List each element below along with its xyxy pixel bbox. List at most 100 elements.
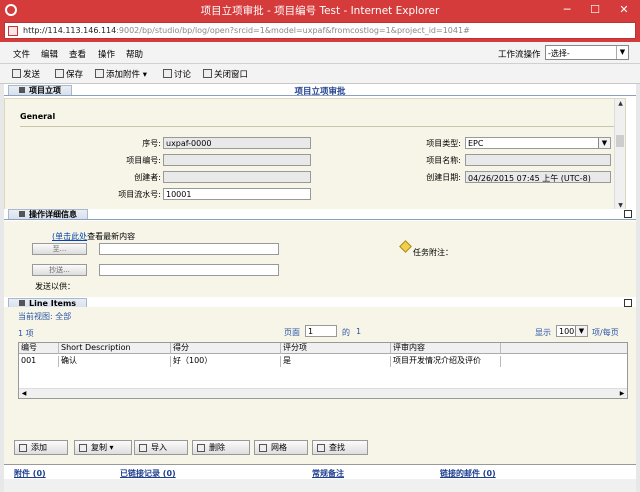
menu-bar: 文件 编辑 查看 操作 帮助 工作流操作 -选择- ▼ xyxy=(0,42,640,64)
ops-section-header: 操作详细信息 xyxy=(4,209,636,220)
creator-label: 创建者: xyxy=(134,173,161,182)
general-scrollbar[interactable]: ▲ ▼ xyxy=(614,99,625,211)
col-header[interactable]: Short Description xyxy=(59,343,171,354)
grid-button[interactable]: 网格 xyxy=(254,440,308,455)
menu-file[interactable]: 文件 xyxy=(13,48,30,60)
add-button[interactable]: 添加 xyxy=(14,440,68,455)
scroll-up-icon[interactable]: ▲ xyxy=(615,99,626,109)
col-header[interactable]: 得分 xyxy=(171,343,281,354)
to-input[interactable] xyxy=(99,243,279,255)
type-select[interactable]: EPC ▼ xyxy=(465,137,611,149)
item-count: 1 项 xyxy=(18,329,34,338)
close-window-button[interactable]: 关闭窗口 xyxy=(203,68,248,80)
type-label: 项目类型: xyxy=(426,139,461,148)
ops-tab-label: 操作详细信息 xyxy=(29,210,77,219)
save-label: 保存 xyxy=(66,70,84,80)
linked-mail-link[interactable]: 链接的邮件 (0) xyxy=(440,468,496,479)
date-label: 创建日期: xyxy=(426,173,461,182)
page-size-select[interactable]: 100 ▼ xyxy=(556,325,588,337)
close-icon[interactable]: ✕ xyxy=(609,0,639,20)
general-panel: General 序号: uxpaf-0000 项目编号: 创建者: 项目流水号:… xyxy=(4,98,626,211)
date-field[interactable]: 04/26/2015 07:45 上午 (UTC-8) xyxy=(465,171,611,183)
col-header[interactable]: 编号 xyxy=(19,343,59,354)
discuss-button[interactable]: 讨论 xyxy=(163,68,191,80)
copy-button[interactable]: 复制 ▾ xyxy=(74,440,132,455)
scroll-left-icon[interactable]: ◀ xyxy=(19,389,29,398)
scroll-right-icon[interactable]: ▶ xyxy=(617,389,627,398)
save-button[interactable]: 保存 xyxy=(55,68,83,80)
refresh-link[interactable]: (单击此处 xyxy=(52,232,87,241)
ops-panel: (单击此处查看最新内容 至... 抄送... 发送以供： 任务附注： xyxy=(4,221,636,297)
table-hscrollbar[interactable]: ◀ ▶ xyxy=(19,388,627,398)
add-attachment-button[interactable]: 添加附件 ▾ xyxy=(95,68,147,80)
delete-label: 删除 xyxy=(209,443,225,452)
form-content: 项目立项 项目立项审批 General 序号: uxpaf-0000 项目编号:… xyxy=(4,84,636,492)
current-view[interactable]: 当前视图: 全部 xyxy=(18,311,71,322)
page-size-value: 100 xyxy=(559,327,575,336)
lineitems-table: 编号 Short Description 得分 评分项 评审内容 001 确认 … xyxy=(18,342,628,399)
table-cell: 001 xyxy=(19,356,59,367)
type-select-value: EPC xyxy=(468,139,484,148)
import-button[interactable]: 导入 xyxy=(134,440,188,455)
table-row[interactable]: 001 确认 好（100） 是 项目开发情况介绍及评价 xyxy=(19,356,627,368)
find-button[interactable]: 查找 xyxy=(312,440,368,455)
chevron-down-icon: ▼ xyxy=(575,326,587,336)
window-title: 项目立项审批 - 项目编号 Test - Internet Explorer xyxy=(200,5,440,17)
menu-edit[interactable]: 编辑 xyxy=(41,48,58,60)
cc-input[interactable] xyxy=(99,264,279,276)
projno-label: 项目编号: xyxy=(126,156,161,165)
table-cell: 项目开发情况介绍及评价 xyxy=(391,356,501,367)
creator-field[interactable] xyxy=(163,171,311,183)
to-button[interactable]: 至... xyxy=(32,243,87,255)
copy-label: 复制 xyxy=(91,443,107,452)
task-note-label: 任务附注： xyxy=(413,248,453,257)
search-icon xyxy=(317,444,325,452)
menu-view[interactable]: 查看 xyxy=(69,48,86,60)
delete-button[interactable]: 删除 xyxy=(192,440,250,455)
import-label: 导入 xyxy=(151,443,167,452)
show-label: 显示 xyxy=(535,328,551,337)
chevron-down-icon: ▼ xyxy=(616,46,628,59)
send-button[interactable]: 发送 xyxy=(12,68,40,80)
find-label: 查找 xyxy=(329,443,345,452)
maximize-icon[interactable]: ☐ xyxy=(580,0,610,20)
task-note-icon xyxy=(399,240,412,253)
linked-records-link[interactable]: 已链接记录 (0) xyxy=(120,468,176,479)
page-input[interactable]: 1 xyxy=(305,325,337,337)
workflow-label: 工作流操作 xyxy=(498,50,541,60)
attachment-icon xyxy=(95,69,104,78)
scroll-thumb[interactable] xyxy=(616,135,624,147)
project-section-header: 项目立项 项目立项审批 xyxy=(4,85,636,97)
cc-button[interactable]: 抄送... xyxy=(32,264,87,276)
workflow-select-value: -选择- xyxy=(548,49,570,58)
refresh-link-tail: 查看最新内容 xyxy=(87,232,136,241)
flow-field[interactable]: 10001 xyxy=(163,188,311,200)
menu-help[interactable]: 帮助 xyxy=(126,48,143,60)
minimize-icon[interactable]: ─ xyxy=(552,0,582,20)
projno-field[interactable] xyxy=(163,154,311,166)
close-window-label: 关闭窗口 xyxy=(214,70,249,80)
chevron-down-icon: ▼ xyxy=(598,138,610,148)
name-field[interactable] xyxy=(465,154,611,166)
url-text: http://114.113.146.114:9002/bp/studio/bp… xyxy=(23,26,470,35)
notes-link[interactable]: 常规备注 xyxy=(312,468,344,479)
expand-icon[interactable] xyxy=(624,299,632,307)
delete-icon xyxy=(197,444,205,452)
col-header[interactable]: 评分项 xyxy=(281,343,391,354)
address-bar: http://114.113.146.114:9002/bp/studio/bp… xyxy=(0,20,640,42)
expand-icon[interactable] xyxy=(624,210,632,218)
seq-field[interactable]: uxpaf-0000 xyxy=(163,137,311,149)
import-icon xyxy=(139,444,147,452)
attachments-link[interactable]: 附件 (0) xyxy=(14,468,46,479)
grid-icon xyxy=(259,444,267,452)
send-icon xyxy=(12,69,21,78)
general-label: General xyxy=(20,112,56,121)
send-label: 发送 xyxy=(23,70,41,80)
workflow-select[interactable]: -选择- ▼ xyxy=(545,45,629,60)
discuss-icon xyxy=(163,69,172,78)
collapse-icon xyxy=(19,300,25,306)
name-label: 项目名称: xyxy=(426,156,461,165)
col-header[interactable]: 评审内容 xyxy=(391,343,501,354)
menu-action[interactable]: 操作 xyxy=(98,48,115,60)
url-field[interactable]: http://114.113.146.114:9002/bp/studio/bp… xyxy=(4,22,636,39)
